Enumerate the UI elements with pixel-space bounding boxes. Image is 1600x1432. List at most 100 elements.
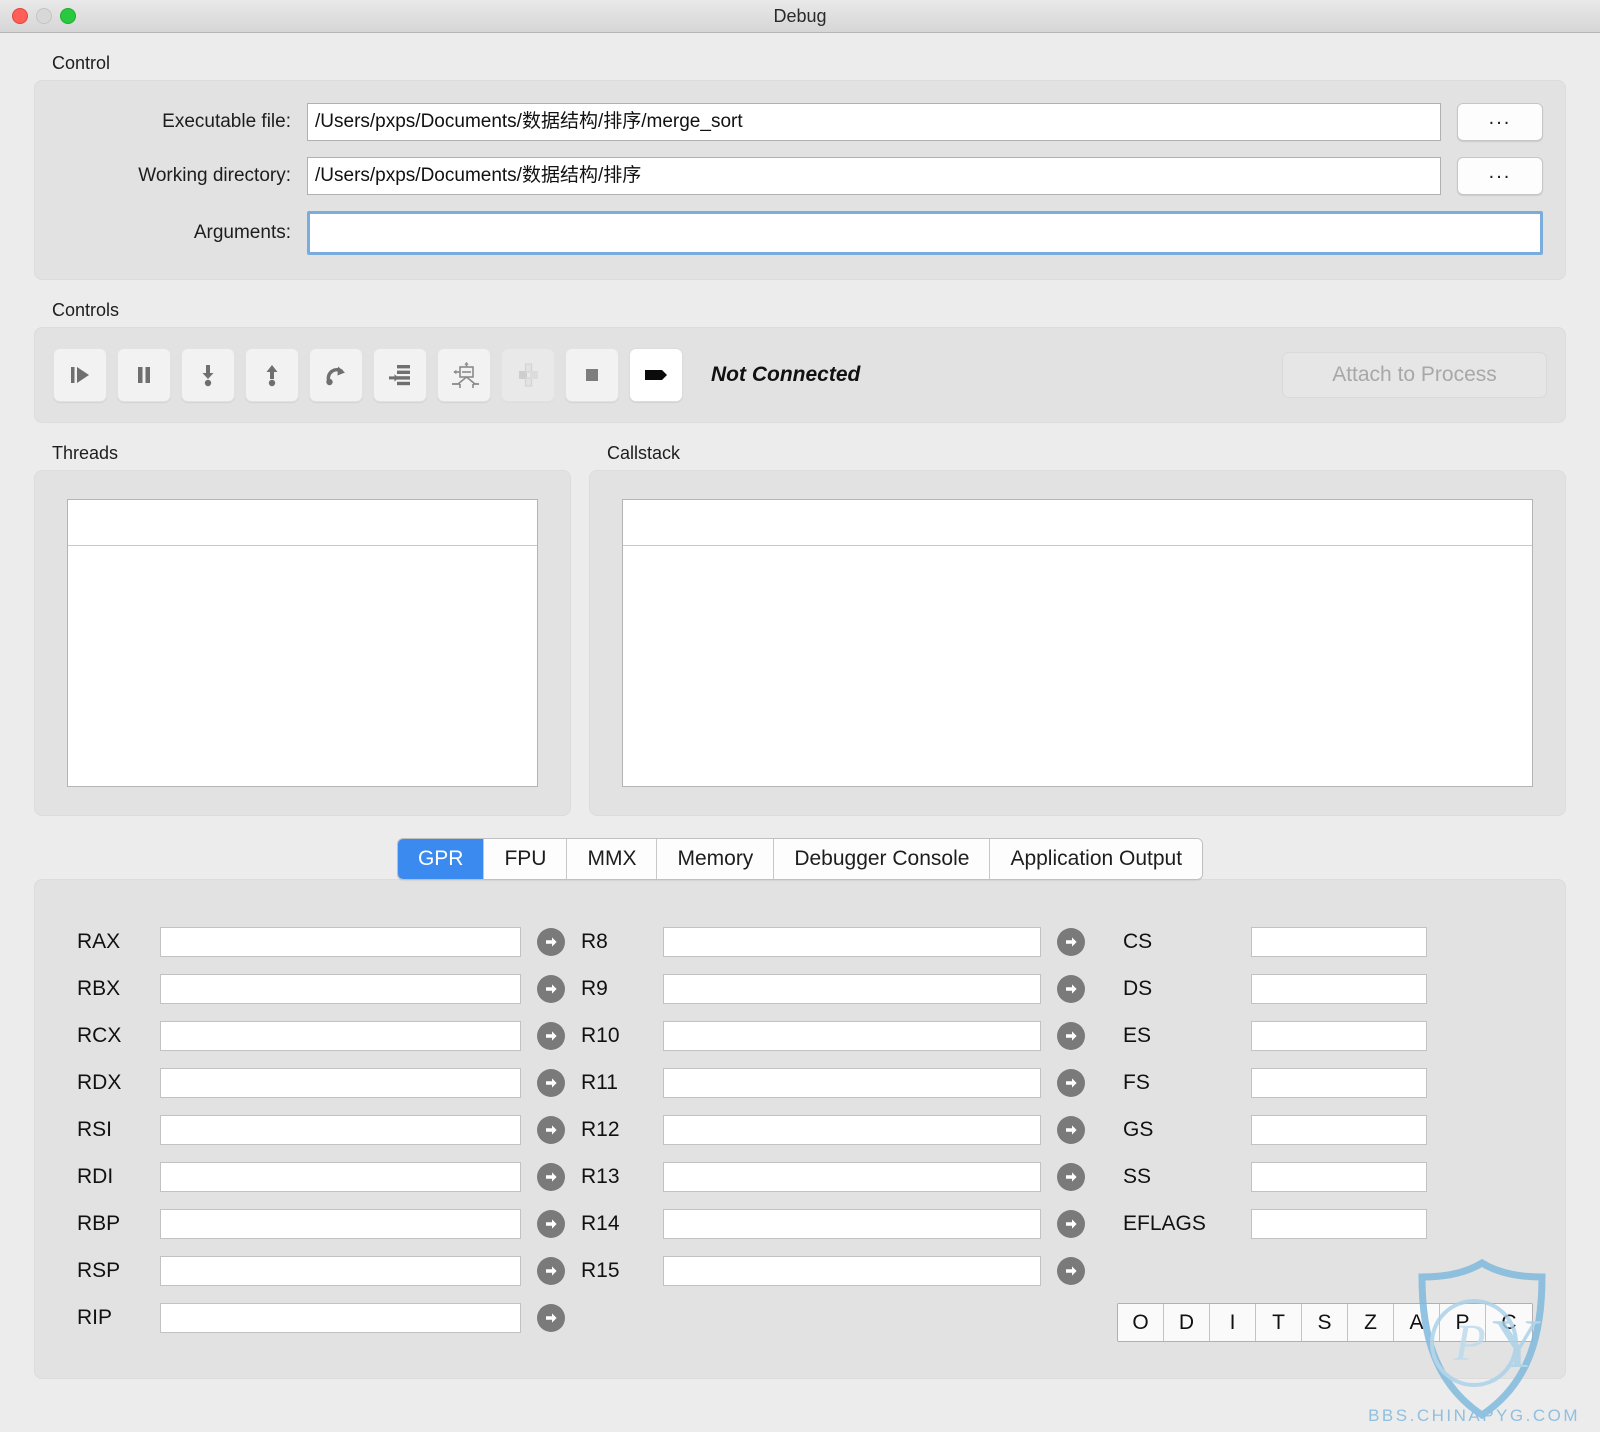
step-into-icon	[194, 361, 222, 389]
flag-cell[interactable]: Z	[1348, 1304, 1394, 1341]
register-column-extended: R8 R9 R10 R11 R12 R13 R14 R15	[581, 918, 1101, 1341]
register-input[interactable]	[1251, 1067, 1427, 1098]
register-input[interactable]	[663, 926, 1041, 957]
register-goto-arrow-icon[interactable]	[537, 1303, 565, 1332]
step-over-button[interactable]	[309, 348, 363, 402]
register-goto-arrow-icon[interactable]	[537, 1256, 565, 1285]
tab-debugger-console[interactable]: Debugger Console	[774, 839, 991, 879]
threads-list-box	[34, 470, 571, 816]
flag-cell[interactable]: P	[1440, 1304, 1486, 1341]
control-group: Executable file: /Users/pxps/Documents/数…	[34, 80, 1566, 280]
step-into-button[interactable]	[181, 348, 235, 402]
executable-file-input[interactable]: /Users/pxps/Documents/数据结构/排序/merge_sort	[307, 103, 1441, 141]
register-goto-arrow-icon[interactable]	[1057, 1256, 1085, 1285]
pause-icon	[130, 361, 158, 389]
working-directory-input[interactable]: /Users/pxps/Documents/数据结构/排序	[307, 157, 1441, 195]
register-input[interactable]	[663, 1208, 1041, 1239]
register-input[interactable]	[663, 1114, 1041, 1145]
register-input[interactable]	[1251, 1114, 1427, 1145]
register-input[interactable]	[160, 1020, 521, 1051]
attach-to-process-button[interactable]: Attach to Process	[1282, 352, 1547, 398]
tab-memory[interactable]: Memory	[657, 839, 775, 879]
flag-cell[interactable]: S	[1302, 1304, 1348, 1341]
register-goto-arrow-icon[interactable]	[537, 1209, 565, 1238]
callstack-panel: Callstack	[589, 423, 1566, 816]
flag-cell[interactable]: D	[1164, 1304, 1210, 1341]
flag-cell[interactable]: T	[1256, 1304, 1302, 1341]
tab-mmx[interactable]: MMX	[567, 839, 658, 879]
register-row: GS	[1101, 1106, 1539, 1153]
register-row: R9	[581, 965, 1101, 1012]
register-input[interactable]	[160, 1161, 521, 1192]
tab-fpu[interactable]: FPU	[484, 839, 568, 879]
debug-window: Debug Control Executable file: /Users/px…	[0, 0, 1600, 1432]
control-group-label: Control	[52, 53, 111, 73]
arguments-input[interactable]	[307, 211, 1543, 255]
register-input[interactable]	[160, 1208, 521, 1239]
register-row: RIP	[61, 1294, 581, 1341]
flag-cell[interactable]: A	[1394, 1304, 1440, 1341]
working-directory-browse-button[interactable]: ...	[1457, 157, 1543, 195]
register-label: RIP	[77, 1305, 113, 1329]
register-label: RBX	[77, 976, 121, 1000]
register-input[interactable]	[1251, 1020, 1427, 1051]
register-row: R8	[581, 918, 1101, 965]
register-input[interactable]	[160, 926, 521, 957]
step-out-button[interactable]	[245, 348, 299, 402]
register-row: RBP	[61, 1200, 581, 1247]
tab-application-output[interactable]: Application Output	[990, 839, 1203, 879]
register-goto-arrow-icon[interactable]	[1057, 1209, 1085, 1238]
callstack-list[interactable]	[622, 499, 1533, 787]
register-goto-arrow-icon[interactable]	[1057, 927, 1085, 956]
threads-list[interactable]	[67, 499, 538, 787]
register-goto-arrow-icon[interactable]	[537, 1068, 565, 1097]
flag-cell[interactable]: O	[1118, 1304, 1164, 1341]
register-row: R12	[581, 1106, 1101, 1153]
run-to-cursor-icon	[449, 360, 479, 390]
stop-button[interactable]	[565, 348, 619, 402]
register-label: SS	[1123, 1164, 1152, 1188]
run-to-cursor-button[interactable]	[437, 348, 491, 402]
register-goto-arrow-icon[interactable]	[537, 974, 565, 1003]
register-input[interactable]	[663, 973, 1041, 1004]
register-input[interactable]	[663, 1255, 1041, 1286]
register-row: CS	[1101, 918, 1539, 965]
register-goto-arrow-icon[interactable]	[1057, 974, 1085, 1003]
register-input[interactable]	[1251, 973, 1427, 1004]
executable-file-browse-button[interactable]: ...	[1457, 103, 1543, 141]
step-instruction-button[interactable]	[373, 348, 427, 402]
register-input[interactable]	[663, 1161, 1041, 1192]
register-label: RDX	[77, 1070, 122, 1094]
breakpoint-button[interactable]	[629, 348, 683, 402]
register-input[interactable]	[160, 973, 521, 1004]
register-goto-arrow-icon[interactable]	[537, 1115, 565, 1144]
flag-cell[interactable]: I	[1210, 1304, 1256, 1341]
register-input[interactable]	[160, 1255, 521, 1286]
register-goto-arrow-icon[interactable]	[537, 927, 565, 956]
register-label: R12	[581, 1117, 620, 1141]
working-directory-label: Working directory:	[138, 165, 291, 186]
register-input[interactable]	[160, 1114, 521, 1145]
register-goto-arrow-icon[interactable]	[537, 1021, 565, 1050]
register-goto-arrow-icon[interactable]	[1057, 1162, 1085, 1191]
register-input[interactable]	[1251, 926, 1427, 957]
register-input[interactable]	[160, 1302, 521, 1333]
register-column-general: RAX RBX RCX RDX RSI RDI RBP RSP RIP	[61, 918, 581, 1341]
breakpoint-icon	[640, 361, 672, 389]
register-input[interactable]	[1251, 1208, 1427, 1239]
run-button[interactable]	[53, 348, 107, 402]
register-input[interactable]	[1251, 1161, 1427, 1192]
register-goto-arrow-icon[interactable]	[1057, 1021, 1085, 1050]
register-input[interactable]	[663, 1067, 1041, 1098]
tabstrip: GPR FPU MMX Memory Debugger Console Appl…	[396, 838, 1204, 880]
register-input[interactable]	[663, 1020, 1041, 1051]
step-over-icon	[322, 361, 350, 389]
register-goto-arrow-icon[interactable]	[537, 1162, 565, 1191]
flag-cell[interactable]: C	[1486, 1304, 1532, 1341]
register-goto-arrow-icon[interactable]	[1057, 1115, 1085, 1144]
register-label: RSI	[77, 1117, 113, 1141]
pause-button[interactable]	[117, 348, 171, 402]
tab-gpr[interactable]: GPR	[397, 839, 485, 879]
register-goto-arrow-icon[interactable]	[1057, 1068, 1085, 1097]
register-input[interactable]	[160, 1067, 521, 1098]
